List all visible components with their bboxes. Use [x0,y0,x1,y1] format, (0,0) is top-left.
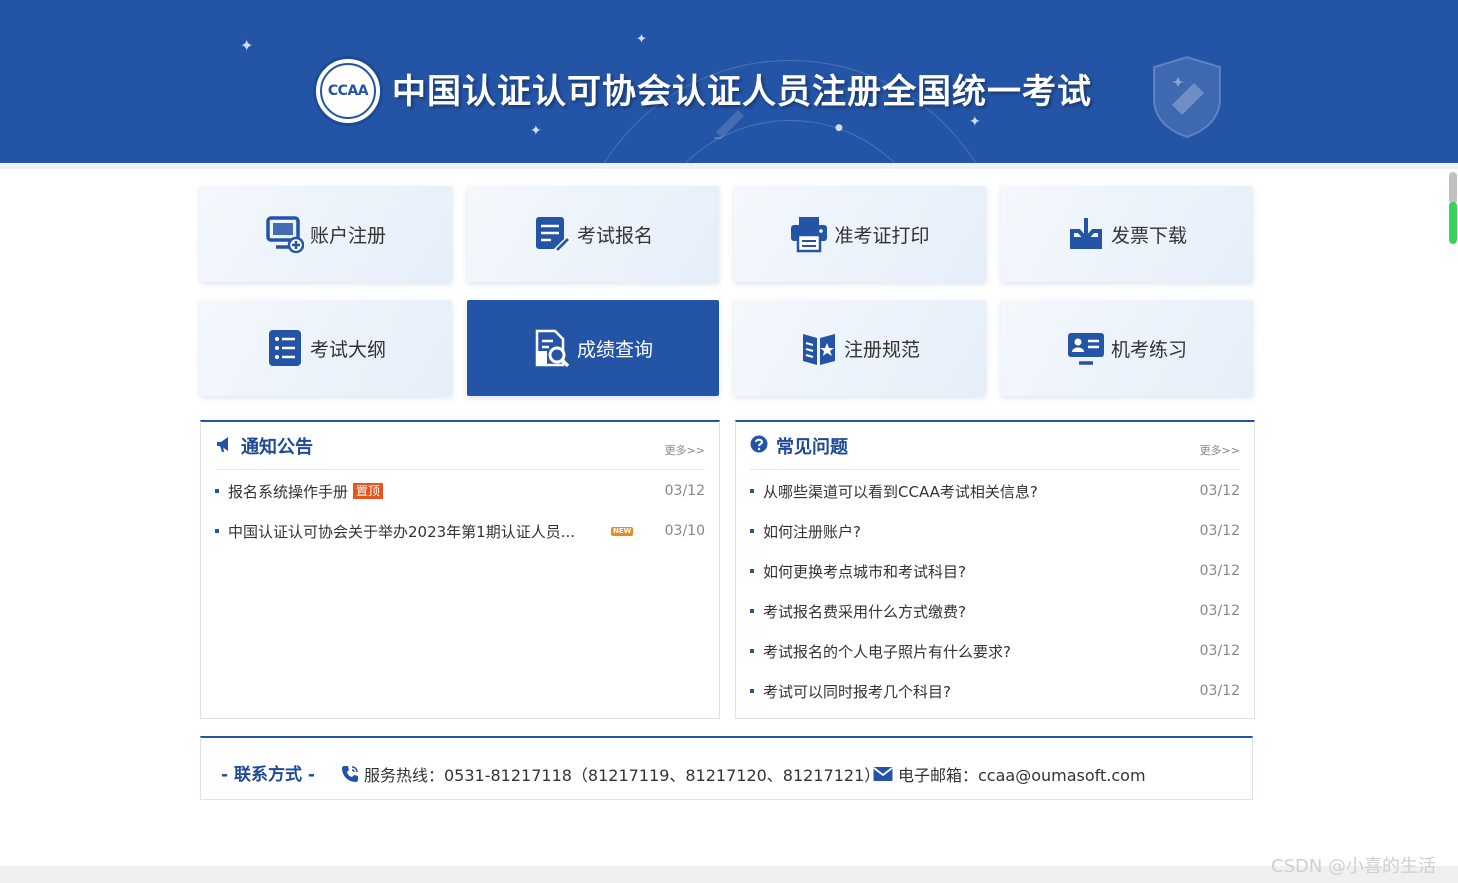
monitor-plus-icon [266,215,304,253]
sparkle-icon: ✦ [969,114,981,130]
sparkle-icon: ✦ [530,123,542,139]
notice-text[interactable]: 报名系统操作手册 [228,481,348,502]
faq-more-link[interactable]: 更多>> [1200,442,1240,458]
megaphone-icon [215,435,233,457]
dot-icon: ● [835,123,843,133]
email-text[interactable]: 电子邮箱：ccaa@oumasoft.com [898,762,1146,786]
watermark: CSDN @小喜的生活 [1271,856,1437,877]
pen-icon [714,110,744,139]
faq-date: 03/12 [1199,643,1240,659]
tile-mock-exam[interactable]: 机考练习 [1001,300,1253,396]
doc-search-icon [533,329,571,367]
book-star-icon [800,329,838,367]
tile-account-register[interactable]: 账户注册 [200,186,452,282]
id-card-icon [1067,329,1105,367]
tile-registration-rules[interactable]: 注册规范 [734,300,986,396]
faq-date: 03/12 [1199,563,1240,579]
hotline: 服务热线：0531-81217118（81217119、81217120、812… [341,762,880,786]
faq-text[interactable]: 如何更换考点城市和考试科目? [763,561,966,582]
mail-icon [873,766,893,782]
list-item[interactable]: 如何注册账户? 03/12 [750,521,1240,541]
scroll-indicator[interactable] [1449,202,1457,244]
list-item[interactable]: 从哪些渠道可以看到CCAA考试相关信息? 03/12 [750,481,1240,501]
notice-date: 03/12 [664,483,705,499]
bullet-icon [215,529,219,533]
header-banner: ✦ ✦ ✦ ✦ ● CCAA 中国认证认可协会认证人员注册全国统一考试 [0,0,1458,163]
tile-label: 考试大纲 [309,338,386,361]
banner-divider [0,163,1458,169]
form-pen-icon [533,215,571,253]
tile-label: 发票下载 [1110,224,1187,247]
list-icon [266,329,304,367]
faq-text[interactable]: 考试报名的个人电子照片有什么要求? [763,641,1011,662]
faq-header: 常见问题 更多>> [750,422,1240,470]
pinned-badge: 置顶 [353,483,384,499]
bullet-icon [750,569,754,573]
list-item[interactable]: 考试可以同时报考几个科目? 03/12 [750,681,1240,701]
logo-text: CCAA [320,63,376,119]
download-tray-icon [1067,215,1105,253]
notices-panel: 通知公告 更多>> 报名系统操作手册 置顶 03/12 中国认证认可协会关于举办… [200,420,720,719]
hotline-text: 服务热线：0531-81217118（81217119、81217120、812… [364,766,881,785]
tile-exam-syllabus[interactable]: 考试大纲 [200,300,452,396]
faq-text[interactable]: 考试报名费采用什么方式缴费? [763,601,966,622]
notices-more-link[interactable]: 更多>> [665,442,705,458]
tile-invoice-download[interactable]: 发票下载 [1001,186,1253,282]
tile-label: 成绩查询 [576,338,653,361]
faq-date: 03/12 [1199,683,1240,699]
list-item[interactable]: 如何更换考点城市和考试科目? 03/12 [750,561,1240,581]
new-badge: NEW [611,527,634,536]
tile-label: 账户注册 [309,224,386,247]
faq-date: 03/12 [1199,523,1240,539]
printer-icon [790,215,828,253]
ccaa-logo: CCAA [313,56,383,126]
notice-date: 03/10 [664,523,705,539]
tile-score-query[interactable]: 成绩查询 [467,300,719,396]
bullet-icon [750,529,754,533]
faq-title: 常见问题 [776,436,848,458]
scrollbar-thumb[interactable] [1449,172,1457,204]
faq-text[interactable]: 考试可以同时报考几个科目? [763,681,951,702]
faq-panel: 常见问题 更多>> 从哪些渠道可以看到CCAA考试相关信息? 03/12 如何注… [735,420,1255,719]
sparkle-icon: ✦ [240,36,254,55]
shield-pen-icon [1153,55,1221,139]
faq-date: 03/12 [1199,603,1240,619]
notices-title: 通知公告 [241,436,313,458]
bullet-icon [215,489,219,493]
notice-text[interactable]: 中国认证认可协会关于举办2023年第1期认证人员... [228,521,575,542]
tile-label: 机考练习 [1110,338,1187,361]
faq-date: 03/12 [1199,483,1240,499]
tile-admission-print[interactable]: 准考证打印 [734,186,986,282]
tile-label: 考试报名 [576,224,653,247]
sparkle-icon: ✦ [636,32,647,47]
tile-label: 注册规范 [843,338,920,361]
list-item[interactable]: 考试报名的个人电子照片有什么要求? 03/12 [750,641,1240,661]
list-item[interactable]: 中国认证认可协会关于举办2023年第1期认证人员... NEW 03/10 [215,521,705,541]
phone-icon [341,765,359,783]
bullet-icon [750,689,754,693]
notices-header: 通知公告 更多>> [215,422,705,470]
contact-title: - 联系方式 - [221,765,315,785]
contact-bar: - 联系方式 - 服务热线：0531-81217118（81217119、812… [200,736,1253,800]
faq-text[interactable]: 如何注册账户? [763,521,861,542]
tile-label: 准考证打印 [834,224,930,247]
question-icon [750,435,768,457]
tile-exam-signup[interactable]: 考试报名 [467,186,719,282]
list-item[interactable]: 报名系统操作手册 置顶 03/12 [215,481,705,501]
bullet-icon [750,609,754,613]
list-item[interactable]: 考试报名费采用什么方式缴费? 03/12 [750,601,1240,621]
bullet-icon [750,649,754,653]
bullet-icon [750,489,754,493]
email: 电子邮箱：ccaa@oumasoft.com [873,762,1146,786]
faq-text[interactable]: 从哪些渠道可以看到CCAA考试相关信息? [763,481,1038,502]
footer [0,866,1458,883]
